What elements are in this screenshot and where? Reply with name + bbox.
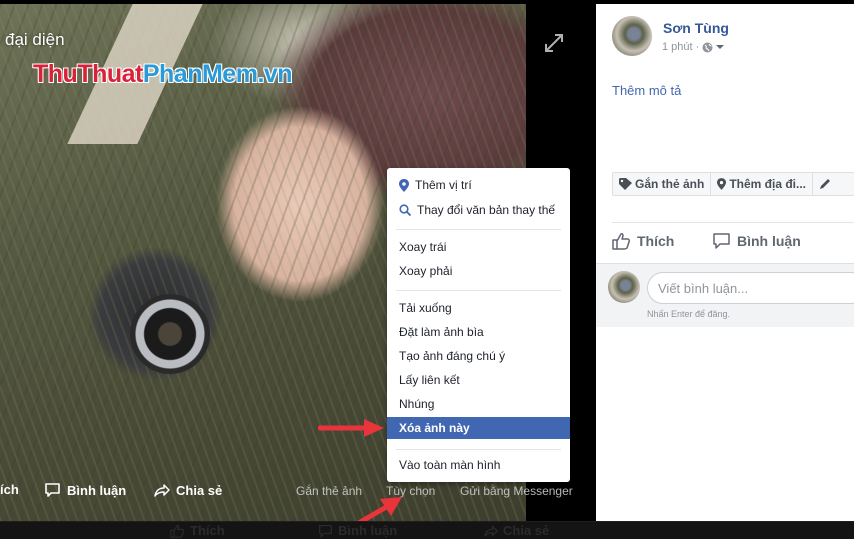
send-messenger-link[interactable]: Gửi bằng Messenger xyxy=(460,484,573,498)
menu-item-embed[interactable]: Nhúng xyxy=(387,393,570,415)
like-button[interactable]: Thích xyxy=(612,232,674,250)
photo-camera-lens xyxy=(130,294,210,374)
photo-tag-toolbar: Gắn thẻ ảnh Thêm địa đi... xyxy=(612,172,854,196)
menu-item-delete-photo[interactable]: Xóa ảnh này xyxy=(387,417,570,439)
add-location-button[interactable]: Thêm địa đi... xyxy=(711,173,814,195)
thumbs-up-icon xyxy=(612,233,631,250)
comment-label: Bình luận xyxy=(67,482,127,498)
menu-item-label: Đặt làm ảnh bìa xyxy=(399,325,484,339)
menu-item-label: Xoay phải xyxy=(399,264,453,278)
watermark-part-1: ThuThuat xyxy=(33,60,143,88)
menu-item-set-cover[interactable]: Đặt làm ảnh bìa xyxy=(387,321,570,343)
globe-icon[interactable] xyxy=(702,42,713,53)
menu-item-label: Xóa ảnh này xyxy=(399,421,470,435)
menu-divider xyxy=(396,449,561,450)
bg-share-label: Chia sẻ xyxy=(503,523,550,538)
bg-like-label: Thích xyxy=(190,523,225,538)
like-button[interactable]: ích xyxy=(0,482,19,497)
menu-divider xyxy=(396,290,561,291)
photo-viewer: đại diện ThuThuatPhanMem.vn ích Bình luậ… xyxy=(0,0,596,531)
bg-comment-button: Bình luận xyxy=(318,523,397,538)
share-icon xyxy=(484,524,498,537)
options-menu: Thêm vị trí Thay đổi văn bản thay thế Xo… xyxy=(387,168,570,482)
menu-item-get-link[interactable]: Lấy liên kết xyxy=(387,369,570,391)
menu-item-rotate-left[interactable]: Xoay trái xyxy=(387,236,570,258)
edit-button[interactable] xyxy=(813,173,837,195)
bg-like-button: Thích xyxy=(170,523,225,538)
menu-item-label: Nhúng xyxy=(399,397,435,411)
reaction-bar: Thích Bình luận xyxy=(612,229,854,255)
share-button[interactable]: Chia sẻ xyxy=(153,482,222,498)
comment-label: Bình luận xyxy=(737,233,801,249)
comment-hint: Nhấn Enter để đăng. xyxy=(647,309,731,319)
menu-item-label: Xoay trái xyxy=(399,240,447,254)
pencil-icon xyxy=(820,179,831,189)
thumbs-up-icon xyxy=(170,524,185,538)
like-label: ích xyxy=(0,482,19,497)
comment-button[interactable]: Bình luận xyxy=(712,232,801,250)
menu-item-label: Vào toàn màn hình xyxy=(399,458,501,472)
menu-item-label: Lấy liên kết xyxy=(399,373,460,387)
expand-icon[interactable] xyxy=(543,32,565,54)
tag-photo-button[interactable]: Gắn thẻ ảnh xyxy=(613,173,712,195)
menu-item-add-location[interactable]: Thêm vị trí xyxy=(387,174,570,196)
album-title: đại diện xyxy=(5,30,65,49)
comment-composer: Viết bình luận... Nhấn Enter để đăng. xyxy=(596,263,854,327)
post-meta: 1 phút · xyxy=(662,41,725,53)
menu-item-rotate-right[interactable]: Xoay phải xyxy=(387,260,570,282)
watermark: ThuThuatPhanMem.vn xyxy=(33,60,293,89)
location-pin-icon xyxy=(399,178,409,192)
menu-divider xyxy=(396,229,561,230)
comment-placeholder: Viết bình luận... xyxy=(658,280,749,296)
like-label: Thích xyxy=(637,233,675,249)
comment-icon xyxy=(319,524,332,538)
caret-down-icon[interactable] xyxy=(716,44,725,50)
meta-dot: · xyxy=(695,41,700,53)
post-time[interactable]: 1 phút xyxy=(662,41,693,53)
tag-icon xyxy=(619,178,632,190)
location-pin-icon xyxy=(717,178,727,190)
share-icon xyxy=(154,484,170,497)
share-label: Chia sẻ xyxy=(176,482,223,498)
menu-item-make-featured[interactable]: Tạo ảnh đáng chú ý xyxy=(387,345,570,367)
add-description-link[interactable]: Thêm mô tả xyxy=(612,83,681,98)
menu-item-fullscreen[interactable]: Vào toàn màn hình xyxy=(387,454,570,476)
photo-actions-bar: ích Bình luận Chia sẻ Gắn thẻ ảnh Tùy ch… xyxy=(0,480,596,502)
menu-item-change-alt-text[interactable]: Thay đổi văn bản thay thế xyxy=(387,199,570,221)
search-icon xyxy=(399,204,411,216)
menu-item-label: Thêm vị trí xyxy=(415,178,472,192)
bg-share-button: Chia sẻ xyxy=(483,523,549,538)
comment-icon xyxy=(45,483,60,497)
menu-item-download[interactable]: Tải xuống xyxy=(387,297,570,319)
comment-icon xyxy=(713,233,730,249)
menu-item-label: Tải xuống xyxy=(399,301,452,315)
annotation-arrow-icon xyxy=(318,419,384,437)
add-location-label: Thêm địa đi... xyxy=(729,177,807,191)
menu-item-label: Tạo ảnh đáng chú ý xyxy=(399,349,506,363)
author-name[interactable]: Sơn Tùng xyxy=(663,20,729,36)
bg-comment-label: Bình luận xyxy=(338,523,398,538)
comment-button[interactable]: Bình luận xyxy=(44,482,126,498)
photo-sidebar: Sơn Tùng 1 phút · Thêm mô tả Gắn thẻ ảnh… xyxy=(596,4,854,521)
divider xyxy=(612,222,854,223)
user-avatar xyxy=(608,271,640,303)
tag-photo-label: Gắn thẻ ảnh xyxy=(635,177,705,191)
comment-input[interactable]: Viết bình luận... xyxy=(647,272,854,304)
author-avatar[interactable] xyxy=(612,16,652,56)
menu-item-label: Thay đổi văn bản thay thế xyxy=(417,203,556,217)
background-action-bar: Thích Bình luận Chia sẻ xyxy=(0,521,854,539)
watermark-part-2: PhanMem.vn xyxy=(142,60,293,88)
